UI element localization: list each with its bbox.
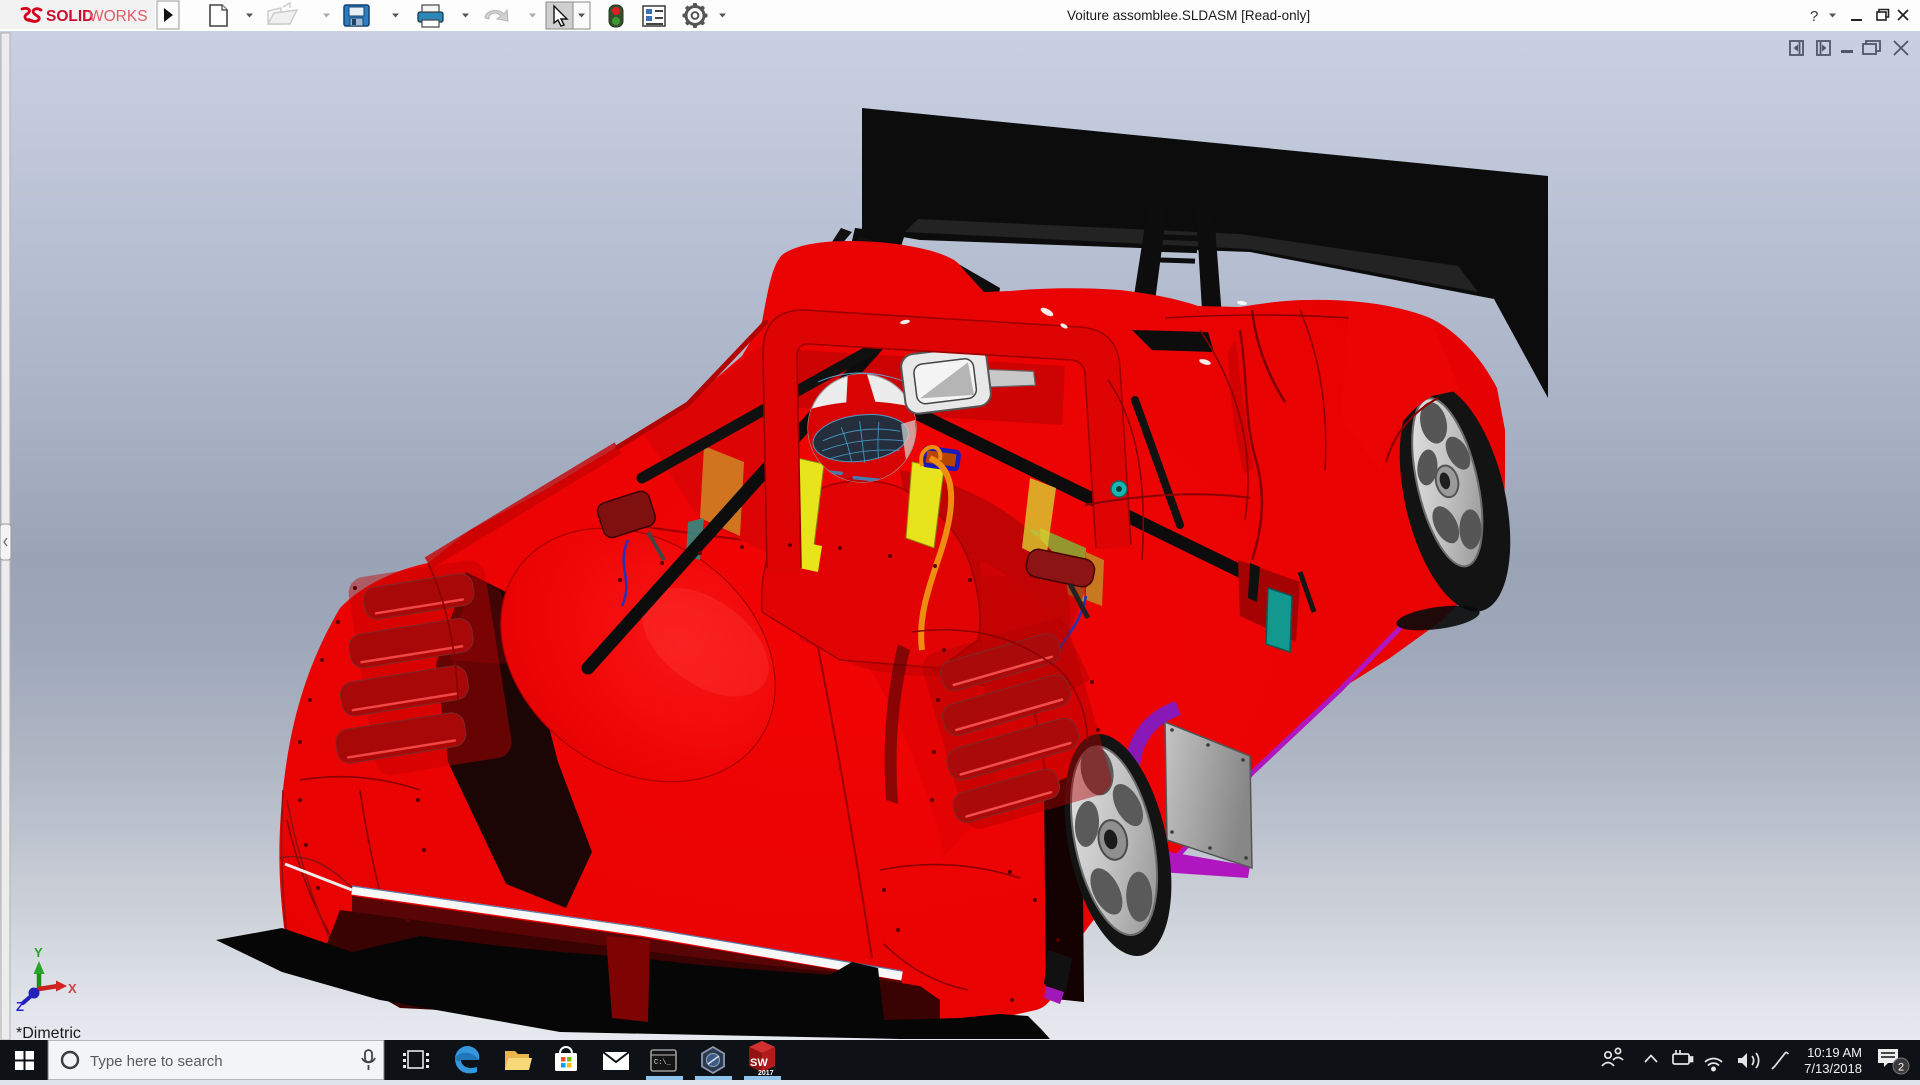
svg-text:7/13/2018: 7/13/2018 bbox=[1804, 1061, 1862, 1076]
svg-text:SOLID: SOLID bbox=[46, 8, 93, 25]
svg-text:Z: Z bbox=[16, 999, 24, 1014]
svg-text:*Dimetric: *Dimetric bbox=[16, 1025, 81, 1040]
svg-text:Y: Y bbox=[34, 945, 43, 960]
svg-text:Type here to search: Type here to search bbox=[90, 1053, 223, 1070]
svg-text:X: X bbox=[68, 981, 77, 996]
svg-text:?: ? bbox=[1810, 8, 1818, 25]
svg-text:2: 2 bbox=[1898, 1062, 1904, 1074]
svg-text:Voiture assomblee.SLDASM [Read: Voiture assomblee.SLDASM [Read-only] bbox=[1067, 8, 1310, 23]
svg-text:SW: SW bbox=[750, 1057, 768, 1069]
svg-text:WORKS: WORKS bbox=[89, 8, 148, 25]
svg-text:C:\_: C:\_ bbox=[654, 1059, 672, 1067]
svg-text:10:19 AM: 10:19 AM bbox=[1807, 1045, 1862, 1060]
svg-text:2017: 2017 bbox=[758, 1070, 774, 1077]
